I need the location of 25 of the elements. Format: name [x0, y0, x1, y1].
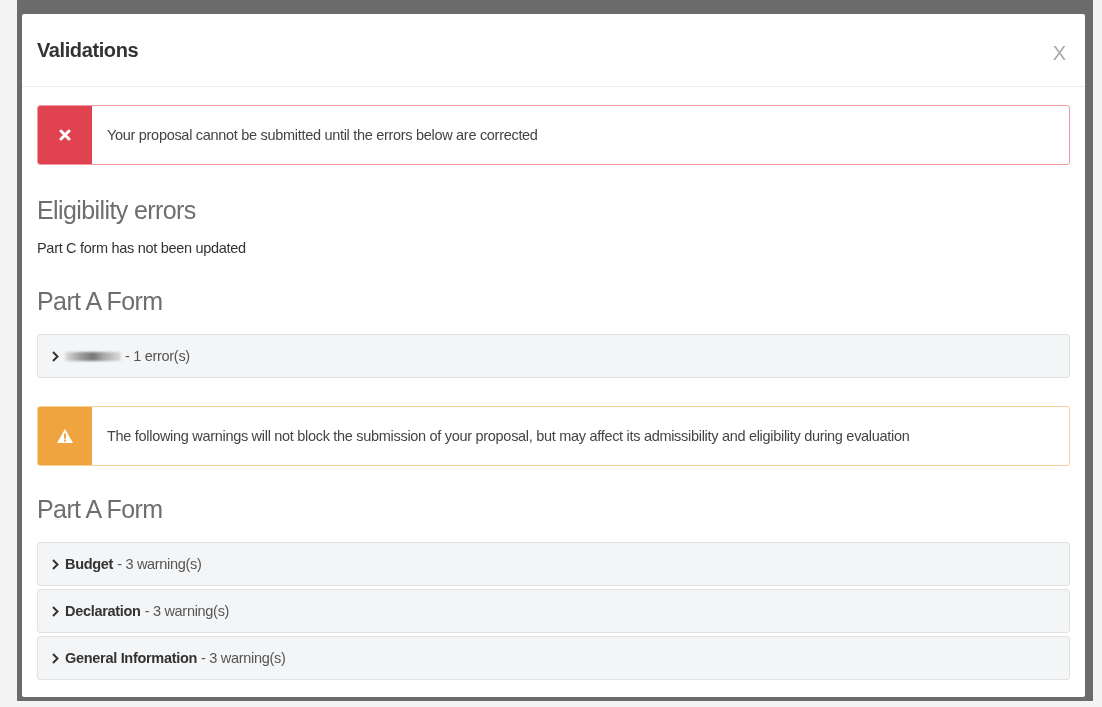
item-count: - 3 warning(s) [117, 556, 202, 572]
accordion-item[interactable]: General Information - 3 warning(s) [37, 636, 1070, 680]
item-count: - 3 warning(s) [201, 650, 286, 666]
section-heading: Eligibility errors [37, 195, 197, 225]
chevron-icon [52, 605, 59, 617]
section-heading: Part A Form [37, 494, 164, 524]
dialog-title: Validations [37, 38, 139, 62]
alert-message: Your proposal cannot be submitted until the errors below are corrected [106, 127, 538, 143]
item-name: Declaration [65, 603, 141, 619]
item-name: Budget [65, 556, 114, 572]
chevron-icon [52, 652, 59, 664]
close-icon [59, 129, 71, 141]
alert-message: The following warnings will not block the submission of your proposal, but may affect its admissibility and eligibility during evaluation [106, 428, 910, 444]
accordion-item[interactable]: Budget - 3 warning(s) [37, 542, 1070, 586]
accordion-item[interactable]: - 1 error(s) [37, 334, 1070, 378]
chevron-icon [52, 350, 59, 362]
item-count: - 1 error(s) [125, 348, 190, 364]
item-count: - 3 warning(s) [144, 603, 230, 619]
accordion-item[interactable]: Declaration - 3 warning(s) [37, 589, 1070, 633]
warning-icon [57, 429, 73, 443]
redacted-text [65, 351, 121, 361]
item-name: General Information [65, 650, 198, 666]
chevron-icon [52, 558, 59, 570]
error-text: Part C form has not been updated [37, 240, 247, 256]
section-heading: Part A Form [37, 286, 164, 316]
